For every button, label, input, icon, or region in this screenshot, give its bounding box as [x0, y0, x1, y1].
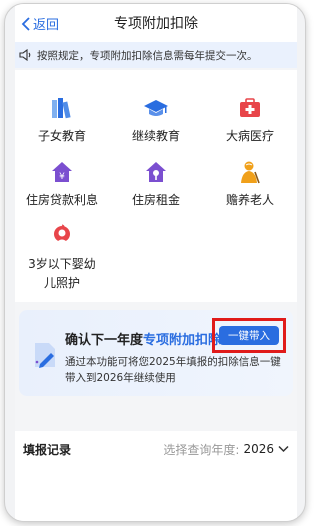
category-label: 赡养老人: [225, 193, 274, 207]
navigation-bar: 返回 专项附加扣除: [15, 4, 297, 42]
notice-text: 按照规定，专项附加扣除信息需每年提交一次。: [37, 49, 258, 62]
graduation-cap-icon: [143, 95, 169, 121]
speaker-icon: [19, 49, 31, 61]
document-edit-icon: [35, 343, 55, 368]
category-children-education[interactable]: 子女教育: [15, 95, 109, 146]
category-infant-care[interactable]: 3岁以下婴幼儿照护: [15, 223, 109, 293]
category-elderly-support[interactable]: 赡养老人: [203, 159, 297, 210]
banner-title-highlight: 专项附加扣除: [143, 333, 222, 348]
records-list-area: [15, 467, 297, 521]
banner-title-prefix: 确认下一年度: [65, 333, 144, 348]
carry-forward-banner: 确认下一年度专项附加扣除 一键带入 通过本功能可将您2025年填报的扣除信息一键…: [19, 310, 293, 396]
one-click-import-button[interactable]: 一键带入: [219, 326, 279, 345]
year-value: 2026: [243, 442, 274, 456]
house-key-icon: [143, 159, 169, 185]
year-query-label: 选择查询年度:: [163, 442, 240, 457]
books-icon: [49, 95, 75, 121]
back-label: 返回: [33, 18, 60, 33]
page-title: 专项附加扣除: [114, 16, 198, 32]
banner-title: 确认下一年度专项附加扣除: [65, 329, 221, 348]
category-label: 3岁以下婴幼儿照护: [28, 257, 96, 290]
notice-bar: 按照规定，专项附加扣除信息需每年提交一次。: [15, 42, 297, 68]
chevron-down-icon: [278, 445, 289, 453]
phone-frame: 返回 专项附加扣除 按照规定，专项附加扣除信息需每年提交一次。 子女教育 继续教…: [4, 3, 306, 522]
infant-icon: [49, 223, 75, 249]
category-continuing-education[interactable]: 继续教育: [109, 95, 203, 146]
house-yen-icon: ¥: [49, 159, 75, 185]
medical-kit-icon: [237, 95, 263, 121]
category-label: 子女教育: [37, 129, 86, 143]
records-heading: 填报记录: [23, 442, 72, 457]
svg-text:¥: ¥: [59, 172, 65, 182]
category-serious-illness[interactable]: 大病医疗: [203, 95, 297, 146]
banner-description: 通过本功能可将您2025年填报的扣除信息一键带入到2026年继续使用: [65, 356, 281, 384]
year-selector[interactable]: 选择查询年度: 2026: [163, 441, 289, 458]
chevron-left-icon: [21, 16, 30, 31]
category-label: 继续教育: [131, 129, 180, 143]
category-label: 住房贷款利息: [25, 193, 98, 207]
category-housing-loan-interest[interactable]: ¥ 住房贷款利息: [15, 159, 109, 210]
back-button[interactable]: 返回: [21, 14, 59, 33]
category-label: 大病医疗: [225, 129, 274, 143]
filing-records-bar: 填报记录 选择查询年度: 2026: [15, 431, 297, 467]
category-label: 住房租金: [131, 193, 180, 207]
button-highlight-box: 一键带入: [212, 318, 286, 353]
elder-icon: [237, 159, 263, 185]
app-screen: 返回 专项附加扣除 按照规定，专项附加扣除信息需每年提交一次。 子女教育 继续教…: [15, 4, 297, 521]
deduction-category-grid: 子女教育 继续教育 大病医疗 ¥ 住房贷款利息 住房租金 赡养老人 3岁以下婴幼…: [15, 70, 297, 302]
category-housing-rent[interactable]: 住房租金: [109, 159, 203, 210]
